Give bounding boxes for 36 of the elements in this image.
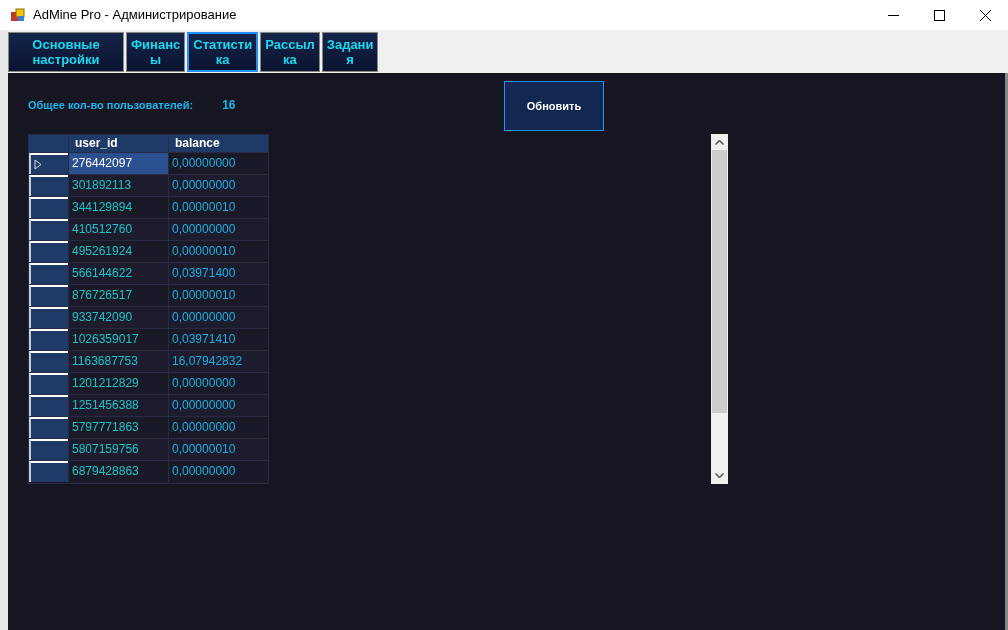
row-header[interactable] — [29, 351, 68, 372]
row-header[interactable] — [29, 219, 68, 240]
table-cell[interactable]: 6879428863 — [68, 461, 168, 482]
row-header[interactable] — [29, 417, 68, 438]
maximize-icon — [933, 9, 945, 21]
table-cell[interactable]: 276442097 — [68, 153, 168, 174]
row-header[interactable] — [29, 439, 68, 460]
row-header[interactable] — [29, 285, 68, 306]
row-header[interactable] — [29, 153, 68, 174]
current-row-icon — [34, 159, 42, 170]
tab[interactable]: Основные настройки — [8, 32, 124, 72]
row-header[interactable] — [29, 329, 68, 350]
tab[interactable]: Финанс ы — [126, 32, 186, 72]
close-icon — [979, 9, 991, 21]
app-icon — [10, 7, 26, 23]
tab[interactable]: Статисти ка — [187, 32, 259, 72]
row-header[interactable] — [29, 263, 68, 284]
row-header[interactable] — [29, 395, 68, 416]
scrollbar[interactable] — [711, 134, 728, 484]
row-header[interactable] — [29, 197, 68, 218]
row-header[interactable] — [29, 461, 68, 482]
row-header[interactable] — [29, 175, 68, 196]
users-count-label: Общее кол-во пользователей: — [28, 97, 194, 113]
scroll-down-icon[interactable] — [715, 473, 724, 478]
tab[interactable]: Задани я — [321, 32, 379, 72]
refresh-button[interactable]: Обновить — [504, 81, 604, 131]
users-count-value: 16 — [222, 97, 236, 114]
window-title: AdMine Pro - Администрирование — [33, 6, 237, 25]
row-header[interactable] — [29, 241, 68, 262]
row-header[interactable] — [29, 373, 68, 394]
minimize-icon — [887, 14, 899, 16]
row-header[interactable] — [29, 307, 68, 328]
scroll-up-icon[interactable] — [715, 140, 724, 145]
table-cell[interactable]: 0,00000000 — [168, 461, 268, 482]
tab[interactable]: Рассыл ка — [260, 32, 320, 72]
scroll-thumb[interactable] — [712, 150, 727, 413]
